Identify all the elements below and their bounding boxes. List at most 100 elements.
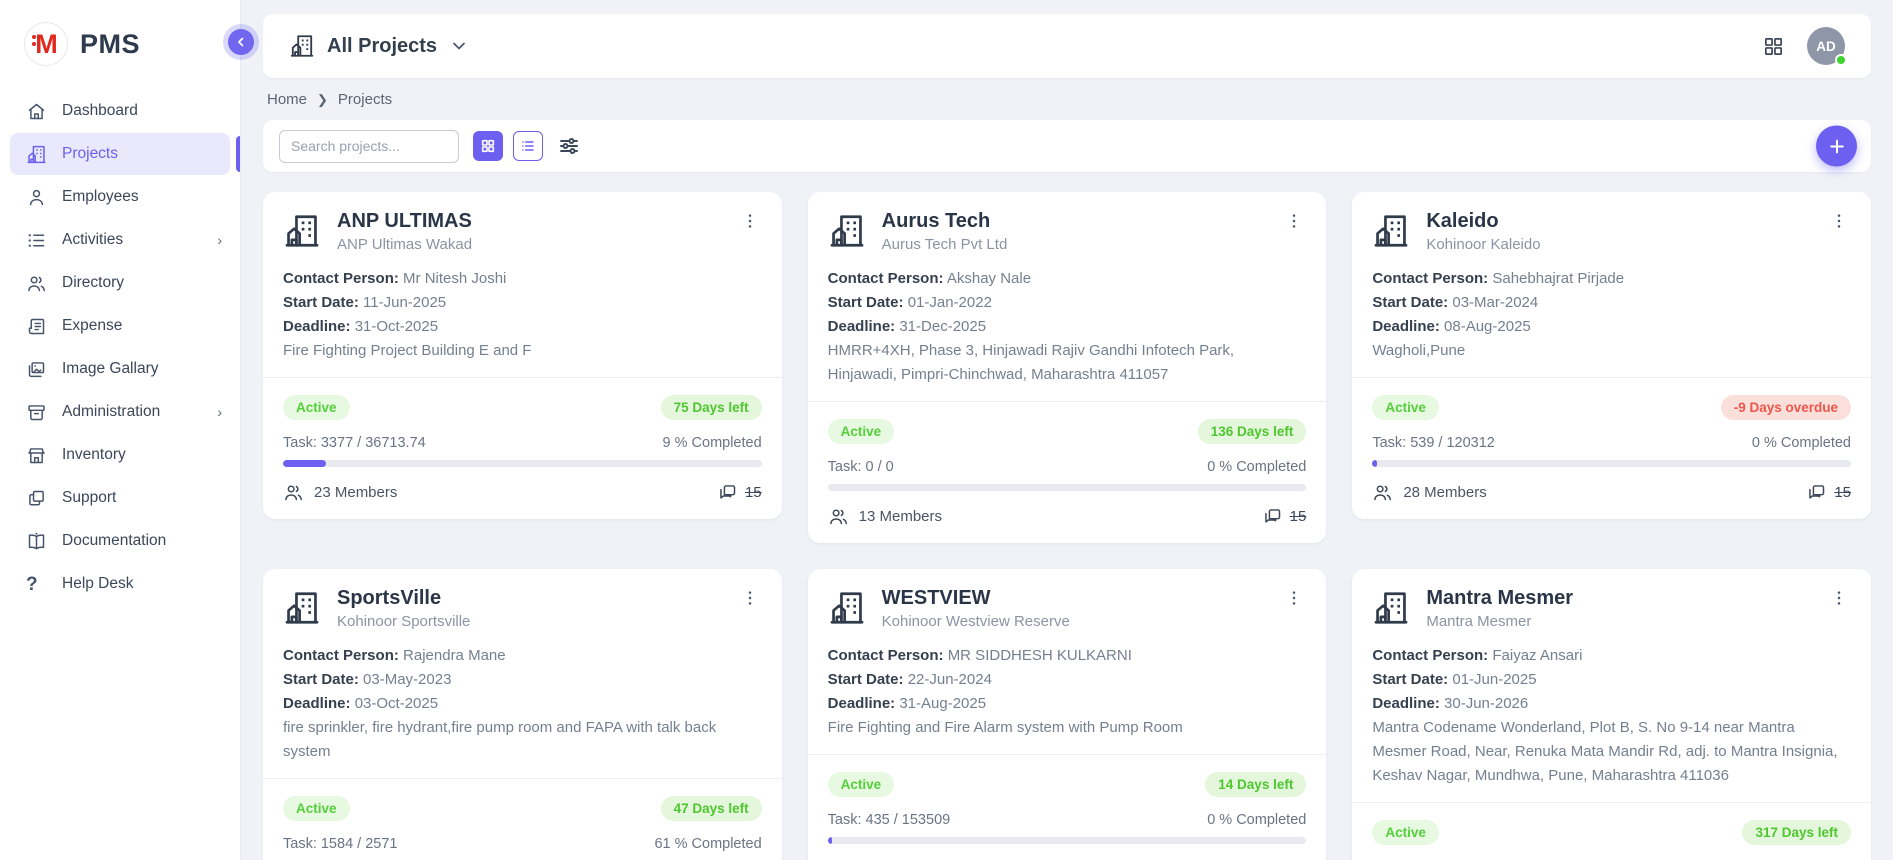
list-icon — [26, 230, 47, 251]
sidebar-collapse-button[interactable] — [228, 29, 254, 55]
project-card[interactable]: WESTVIEW Kohinoor Westview Reserve Conta… — [808, 569, 1327, 860]
days-left-badge: 47 Days left — [661, 796, 762, 821]
project-name: WESTVIEW — [882, 587, 1285, 610]
deadline-value: 31-Dec-2025 — [899, 318, 986, 335]
card-menu-button[interactable] — [1284, 587, 1306, 609]
apps-grid-icon[interactable] — [1762, 35, 1785, 58]
project-card[interactable]: SportsVille Kohinoor Sportsville Contact… — [263, 569, 782, 860]
filter-sliders-icon[interactable] — [557, 133, 583, 159]
chat-count: 15 — [1834, 484, 1851, 501]
start-date-row: Start Date: 01-Jan-2022 — [828, 291, 1307, 315]
chat-count: 15 — [745, 484, 762, 501]
members-count: 28 Members — [1403, 484, 1486, 501]
building-icon — [828, 212, 866, 250]
store-icon — [26, 445, 47, 466]
contact-person-row: Contact Person: Akshay Nale — [828, 267, 1307, 291]
project-card[interactable]: Mantra Mesmer Mantra Mesmer Contact Pers… — [1352, 569, 1871, 860]
card-menu-button[interactable] — [1284, 210, 1306, 232]
sidebar-item-projects[interactable]: Projects › — [10, 133, 230, 175]
card-menu-button[interactable] — [1829, 587, 1851, 609]
contact-person-row: Contact Person: Mr Nitesh Joshi — [283, 267, 762, 291]
kebab-menu-icon — [1284, 211, 1304, 231]
project-card[interactable]: Kaleido Kohinoor Kaleido Contact Person:… — [1352, 192, 1871, 519]
contact-person-row: Contact Person: Rajendra Mane — [283, 644, 762, 668]
members-icon — [283, 482, 304, 503]
deadline-row: Deadline: 03-Oct-2025 — [283, 692, 762, 716]
sidebar-nav: Dashboard › Projects › Employees › Activ… — [0, 86, 240, 610]
completed-percent: 0 % Completed — [1207, 459, 1306, 475]
contact-person-value: Faiyaz Ansari — [1492, 647, 1582, 664]
card-menu-button[interactable] — [740, 210, 762, 232]
sidebar-item-administration[interactable]: Administration › — [10, 391, 230, 433]
sidebar-item-inventory[interactable]: Inventory › — [10, 434, 230, 476]
project-subtitle: Kohinoor Westview Reserve — [882, 613, 1285, 630]
completed-percent: 61 % Completed — [654, 836, 761, 852]
sidebar-item-directory[interactable]: Directory › — [10, 262, 230, 304]
chevron-left-icon — [234, 35, 248, 49]
building-icon — [289, 33, 315, 59]
sidebar-item-dashboard[interactable]: Dashboard › — [10, 90, 230, 132]
progress-bar — [828, 484, 1307, 491]
progress-bar — [283, 460, 762, 467]
project-card[interactable]: ANP ULTIMAS ANP Ultimas Wakad Contact Pe… — [263, 192, 782, 519]
days-left-badge: 75 Days left — [661, 395, 762, 420]
members-group[interactable]: 28 Members — [1372, 482, 1486, 503]
start-date-value: 01-Jun-2025 — [1452, 671, 1536, 688]
card-menu-button[interactable] — [1829, 210, 1851, 232]
project-card[interactable]: Aurus Tech Aurus Tech Pvt Ltd Contact Pe… — [808, 192, 1327, 543]
list-view-icon — [520, 138, 536, 154]
sidebar-item-activities[interactable]: Activities › — [10, 219, 230, 261]
task-count: Task: 539 / 120312 — [1372, 435, 1495, 451]
deadline-row: Deadline: 31-Oct-2025 — [283, 315, 762, 339]
deadline-row: Deadline: 31-Aug-2025 — [828, 692, 1307, 716]
breadcrumb-current[interactable]: Projects — [338, 91, 392, 108]
search-input[interactable] — [279, 130, 459, 163]
image-icon — [26, 359, 47, 380]
chat-group[interactable]: 15 — [717, 482, 762, 503]
grid-view-button[interactable] — [473, 131, 503, 161]
sidebar-item-image-gallary[interactable]: Image Gallary › — [10, 348, 230, 390]
question-icon: ? — [26, 574, 47, 595]
sidebar-item-employees[interactable]: Employees › — [10, 176, 230, 218]
add-project-button[interactable] — [1816, 126, 1857, 167]
sidebar-item-support[interactable]: Support › — [10, 477, 230, 519]
members-group[interactable]: 23 Members — [283, 482, 397, 503]
chat-group[interactable]: 15 — [1806, 482, 1851, 503]
chat-count: 15 — [1290, 508, 1307, 525]
list-view-button[interactable] — [513, 131, 543, 161]
users-icon — [26, 273, 47, 294]
project-name: ANP ULTIMAS — [337, 210, 740, 233]
sidebar-item-help-desk[interactable]: ? Help Desk › — [10, 563, 230, 605]
sidebar-item-expense[interactable]: Expense › — [10, 305, 230, 347]
contact-person-value: Mr Nitesh Joshi — [403, 270, 506, 287]
user-avatar[interactable]: AD — [1807, 27, 1845, 65]
start-date-row: Start Date: 22-Jun-2024 — [828, 668, 1307, 692]
chat-group[interactable]: 15 — [1262, 506, 1307, 527]
members-group[interactable]: 13 Members — [828, 506, 942, 527]
deadline-value: 08-Aug-2025 — [1444, 318, 1531, 335]
status-badge: Active — [828, 772, 895, 797]
sidebar-item-label: Documentation — [62, 532, 222, 550]
status-badge: Active — [283, 395, 350, 420]
divider — [1352, 377, 1871, 378]
deadline-row: Deadline: 08-Aug-2025 — [1372, 315, 1851, 339]
status-badge: Active — [1372, 820, 1439, 845]
deadline-row: Deadline: 30-Jun-2026 — [1372, 692, 1851, 716]
app-logo: M PMS — [0, 0, 240, 86]
progress-fill — [828, 837, 833, 844]
card-menu-button[interactable] — [740, 587, 762, 609]
contact-person-row: Contact Person: Sahebhajrat Pirjade — [1372, 267, 1851, 291]
breadcrumb-home[interactable]: Home — [267, 91, 307, 108]
project-selector[interactable]: All Projects — [289, 33, 469, 59]
sidebar-item-documentation[interactable]: Documentation › — [10, 520, 230, 562]
contact-person-value: Akshay Nale — [947, 270, 1031, 287]
sidebar-item-label: Activities — [62, 231, 202, 249]
divider — [808, 754, 1327, 755]
progress-bar — [1372, 460, 1851, 467]
days-left-badge: 317 Days left — [1742, 820, 1851, 845]
project-description: Wagholi,Pune — [1372, 339, 1851, 363]
sidebar-item-label: Help Desk — [62, 575, 222, 593]
start-date-value: 22-Jun-2024 — [908, 671, 992, 688]
divider — [263, 377, 782, 378]
chevron-down-icon[interactable] — [449, 36, 469, 56]
